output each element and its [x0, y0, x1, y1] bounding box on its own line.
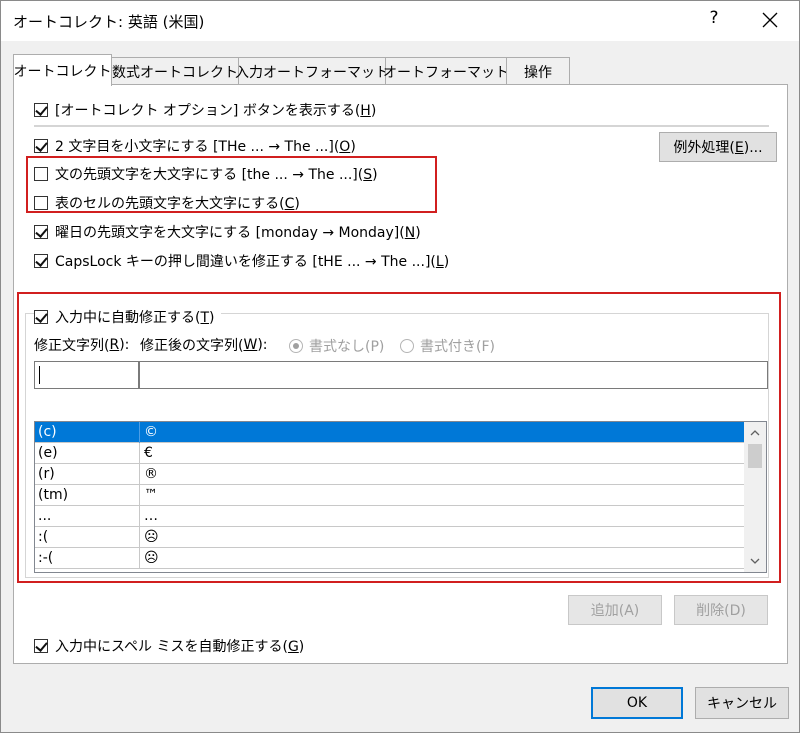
scroll-thumb[interactable] — [748, 444, 762, 468]
list-item[interactable]: ...… — [35, 506, 744, 527]
list-item[interactable]: :(☹ — [35, 527, 744, 548]
replace-input[interactable] — [34, 361, 139, 389]
capitalize-sentence-label: 文の先頭文字を大文字にする [the ... → The ...](S) — [55, 167, 378, 183]
list-item[interactable]: (tm) ™ — [35, 485, 744, 506]
spelling-checkbox[interactable] — [34, 639, 48, 653]
scroll-up-icon[interactable] — [744, 424, 766, 442]
plain-text-label: 書式なし(P) — [309, 339, 385, 355]
capitalize-table-cells-label: 表のセルの先頭文字を大文字にする(C) — [55, 196, 300, 212]
formatted-text-radio[interactable] — [400, 339, 414, 353]
tab-autocorrect[interactable]: オートコレクト — [13, 54, 112, 86]
spelling-label: 入力中にスペル ミスを自動修正する(G) — [55, 639, 305, 655]
capslock-fix-option[interactable]: CapsLock キーの押し間違いを修正する [tHE ... → The ..… — [34, 251, 449, 271]
spelling-option[interactable]: 入力中にスペル ミスを自動修正する(G) — [34, 636, 304, 656]
delete-button[interactable]: 削除(D) — [674, 595, 768, 625]
list-item[interactable]: (r) ® — [35, 464, 744, 485]
show-buttons-option[interactable]: [オートコレクト オプション] ボタンを表示する(H) — [34, 100, 376, 120]
capitalize-sentence-checkbox[interactable] — [34, 167, 48, 181]
scroll-down-icon[interactable] — [744, 552, 766, 570]
formatted-text-option[interactable]: 書式付き(F) — [400, 336, 495, 356]
plain-text-option[interactable]: 書式なし(P) — [289, 336, 384, 356]
two-initial-caps-option[interactable]: 2 文字目を小文字にする [THe ... → The ...](O) — [34, 136, 356, 156]
plain-text-radio[interactable] — [289, 339, 303, 353]
capslock-fix-label: CapsLock キーの押し間違いを修正する [tHE ... → The ..… — [55, 254, 450, 270]
cancel-button[interactable]: キャンセル — [695, 687, 789, 719]
list-item[interactable]: (c) © — [35, 422, 744, 443]
separator — [34, 125, 769, 127]
tab-autoformat[interactable]: オートフォーマット — [383, 57, 509, 85]
ok-button[interactable]: OK — [591, 687, 683, 719]
tab-actions[interactable]: 操作 — [506, 57, 570, 85]
show-buttons-label: [オートコレクト オプション] ボタンを表示する(H) — [55, 103, 377, 119]
capitalize-days-label: 曜日の先頭文字を大文字にする [monday → Monday](N) — [55, 225, 421, 241]
replace-as-you-type-option[interactable]: 入力中に自動修正する(T) — [34, 307, 221, 327]
list-item[interactable]: (e) € — [35, 443, 744, 464]
two-initial-caps-label: 2 文字目を小文字にする [THe ... → The ...](O) — [55, 139, 356, 155]
with-label: 修正後の文字列(W): — [140, 337, 268, 354]
add-button[interactable]: 追加(A) — [568, 595, 662, 625]
capitalize-days-option[interactable]: 曜日の先頭文字を大文字にする [monday → Monday](N) — [34, 222, 421, 242]
tab-autoformat-as-you-type[interactable]: 入力オートフォーマット — [235, 57, 389, 85]
replace-as-you-type-label: 入力中に自動修正する(T) — [55, 310, 215, 326]
list-item[interactable]: :-(☹ — [35, 548, 744, 569]
replace-label: 修正文字列(R): — [34, 337, 130, 354]
capitalize-sentence-option[interactable]: 文の先頭文字を大文字にする [the ... → The ...](S) — [34, 164, 378, 184]
tab-math-autocorrect[interactable]: 数式オートコレクト — [111, 57, 239, 85]
formatted-text-label: 書式付き(F) — [420, 339, 495, 355]
show-buttons-checkbox[interactable] — [34, 103, 48, 117]
capitalize-table-cells-checkbox[interactable] — [34, 196, 48, 210]
autocorrect-entries-list[interactable]: (c) © (e) € (r) ® (tm) ™ ...… :(☹ :-(☹ — [34, 421, 767, 573]
help-button[interactable]: ? — [704, 8, 724, 28]
window-title: オートコレクト: 英語 (米国) — [13, 13, 205, 31]
capitalize-days-checkbox[interactable] — [34, 225, 48, 239]
text-caret — [39, 366, 40, 384]
exceptions-button[interactable]: 例外処理(E)... — [659, 132, 777, 162]
exceptions-button-label: 例外処理(E)... — [673, 140, 763, 156]
autocorrect-dialog: オートコレクト: 英語 (米国) ? オートコレクト 数式オートコレクト 入力オ… — [0, 0, 800, 733]
two-initial-caps-checkbox[interactable] — [34, 139, 48, 153]
capslock-fix-checkbox[interactable] — [34, 254, 48, 268]
close-button[interactable] — [753, 3, 787, 37]
close-icon — [762, 12, 778, 28]
list-scrollbar[interactable] — [744, 422, 766, 572]
title-bar: オートコレクト: 英語 (米国) ? — [1, 1, 799, 41]
replace-as-you-type-checkbox[interactable] — [34, 310, 48, 324]
capitalize-table-cells-option[interactable]: 表のセルの先頭文字を大文字にする(C) — [34, 193, 300, 213]
with-input[interactable] — [139, 361, 768, 389]
